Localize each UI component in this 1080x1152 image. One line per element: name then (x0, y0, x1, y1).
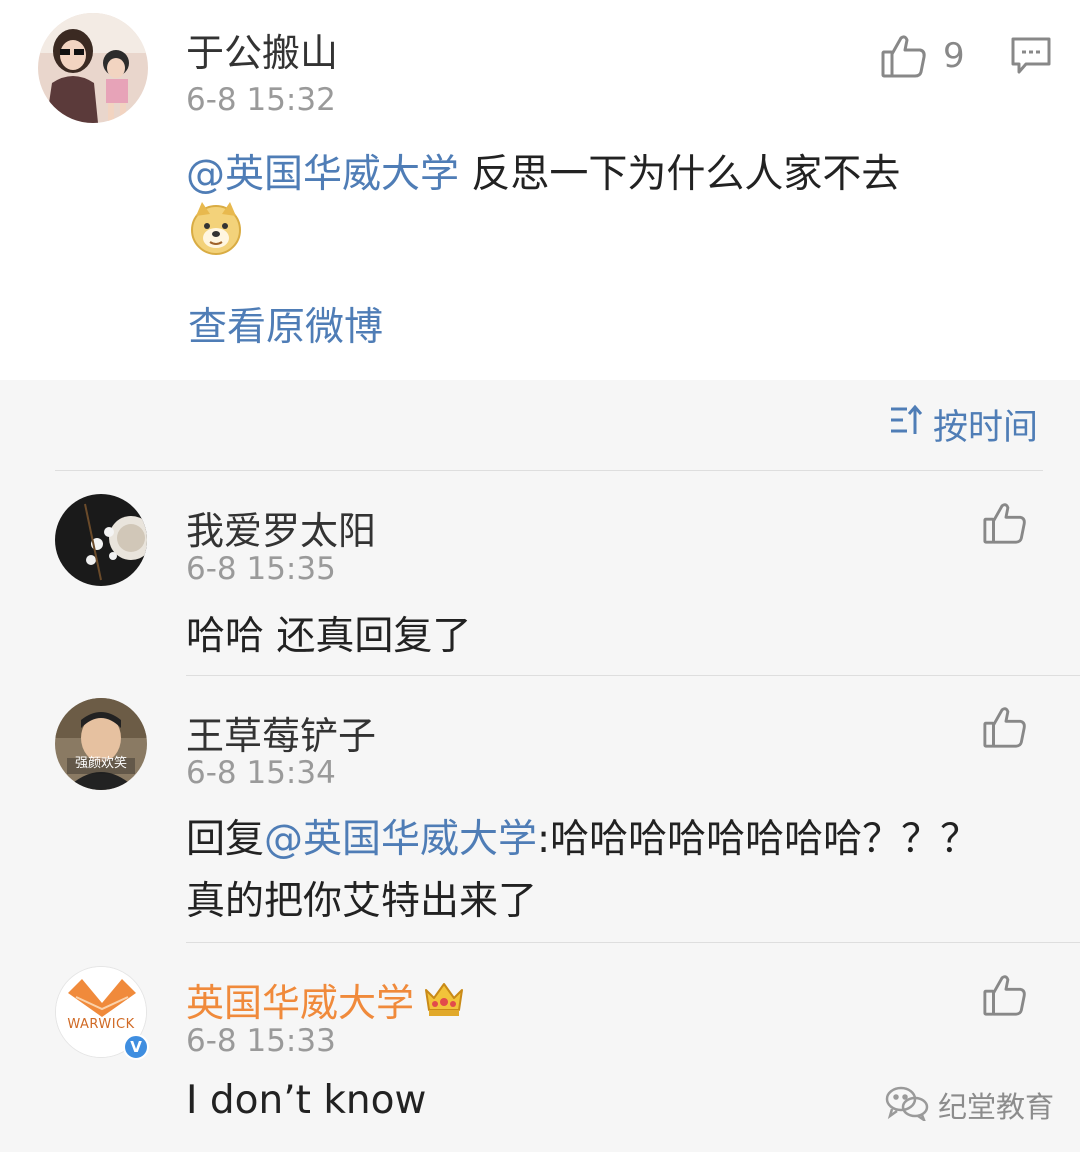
warwick-logo-text: WARWICK (67, 1017, 135, 1032)
like-count: 9 (943, 36, 965, 76)
mention-link[interactable]: @英国华威大学 (186, 152, 459, 197)
wechat-icon (884, 1085, 930, 1125)
author-name[interactable]: 王草莓铲子 (186, 705, 376, 760)
original-comment: 于公搬山 6-8 15:32 9 @英国华威大学 反思一下为什么人家不去 查看原… (0, 0, 1080, 380)
avatar-caption: 强颜欢笑 (74, 756, 127, 771)
comment-text: I don’t know (186, 1078, 427, 1123)
timestamp: 6-8 15:32 (186, 82, 336, 118)
verified-badge-icon: V (123, 1034, 149, 1060)
divider (55, 470, 1043, 471)
timestamp: 6-8 15:34 (186, 755, 336, 791)
sort-time-icon (889, 404, 923, 445)
timestamp: 6-8 15:33 (186, 1023, 336, 1059)
comment-text: 哈哈 还真回复了 (186, 614, 472, 659)
timestamp: 6-8 15:35 (186, 551, 336, 587)
reply-prefix: 回复 (186, 817, 265, 862)
comment-body: 反思一下为什么人家不去 (459, 152, 901, 197)
comment-text-line2: 真的把你艾特出来了 (186, 879, 538, 924)
thumbs-up-icon[interactable] (982, 704, 1028, 754)
author-name[interactable]: 英国华威大学 (186, 972, 414, 1027)
thumbs-up-icon[interactable] (982, 500, 1028, 550)
doge-emoji-icon (188, 200, 244, 260)
avatar[interactable]: 强颜欢笑 (55, 698, 147, 790)
crown-icon (422, 978, 466, 1022)
sort-label: 按时间 (932, 407, 1038, 448)
divider (186, 942, 1080, 943)
comment-text: 回复@英国华威大学:哈哈哈哈哈哈哈哈？？？ (186, 808, 979, 864)
author-name[interactable]: 我爱罗太阳 (186, 500, 376, 555)
watermark: 纪堂教育 (884, 1084, 1054, 1126)
thumbs-up-icon[interactable] (880, 32, 928, 84)
view-original-link[interactable]: 查看原微博 (188, 296, 383, 352)
verified-badge-label: V (130, 1038, 142, 1056)
comment-body: :哈哈哈哈哈哈哈哈？？？ (537, 817, 980, 862)
thumbs-up-icon[interactable] (982, 972, 1028, 1022)
comment-text: @英国华威大学 反思一下为什么人家不去 (186, 143, 900, 199)
watermark-text: 纪堂教育 (938, 1090, 1055, 1124)
comment-icon[interactable] (1010, 36, 1052, 80)
sort-toggle[interactable]: 按时间 (889, 402, 1038, 448)
avatar[interactable] (55, 494, 147, 586)
avatar[interactable] (38, 13, 148, 123)
author-name[interactable]: 于公搬山 (186, 22, 338, 77)
mention-link[interactable]: @英国华威大学 (264, 817, 537, 862)
divider (186, 675, 1080, 676)
